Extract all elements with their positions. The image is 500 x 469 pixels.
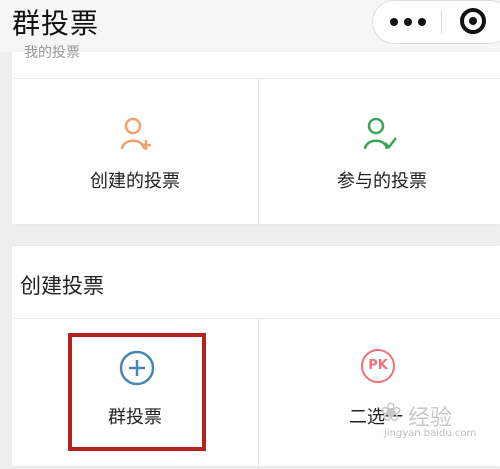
page-title: 群投票	[12, 7, 100, 40]
user-check-icon	[363, 117, 397, 150]
pk-icon-text: PK	[368, 358, 388, 373]
user-add-icon	[120, 117, 151, 150]
created-votes-label: 创建的投票	[90, 171, 180, 192]
my-votes-card: 我的投票 创建的投票 参与的投票	[12, 45, 500, 224]
more-dots-icon[interactable]	[390, 18, 430, 26]
target-close-icon[interactable]	[460, 8, 486, 34]
watermark-url: jingyan.baidu.com	[384, 428, 477, 439]
capsule-divider	[441, 10, 442, 34]
created-votes-tile[interactable]: 创建的投票	[12, 79, 258, 219]
highlight-box	[68, 333, 206, 451]
watermark-logo-icon: ❀	[380, 398, 402, 428]
pk-icon: PK	[361, 349, 395, 383]
joined-votes-tile[interactable]: 参与的投票	[259, 79, 500, 219]
watermark: ❀ 经验 jingyan.baidu.com	[380, 398, 500, 442]
section-title-partial: 我的投票	[24, 45, 80, 58]
section-title: 创建投票	[20, 274, 104, 298]
joined-votes-label: 参与的投票	[337, 171, 427, 192]
